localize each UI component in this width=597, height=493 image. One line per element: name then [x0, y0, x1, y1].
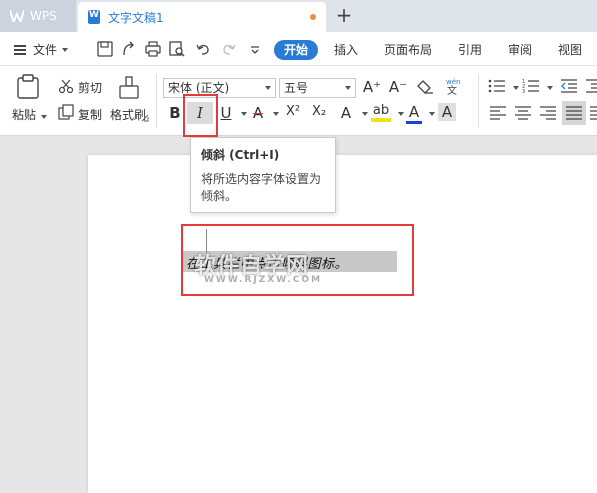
- chevron-down-icon[interactable]: [362, 112, 368, 116]
- font-size-value: 五号: [284, 81, 309, 95]
- underline-button[interactable]: U: [218, 104, 234, 122]
- numbered-list-icon[interactable]: 1 2 3: [522, 78, 540, 94]
- clear-format-icon[interactable]: [416, 79, 434, 95]
- copy-label[interactable]: 复制: [78, 106, 102, 123]
- subscript-button[interactable]: X₂: [309, 104, 329, 119]
- cut-label[interactable]: 剪切: [78, 79, 102, 96]
- tab-page-layout[interactable]: 页面布局: [384, 40, 432, 60]
- chevron-down-icon[interactable]: [273, 112, 279, 116]
- align-left-icon[interactable]: [490, 106, 506, 120]
- highlight-button[interactable]: ab: [371, 103, 391, 122]
- chevron-down-icon[interactable]: [513, 86, 519, 90]
- toolbar-divider: [478, 74, 479, 128]
- paste-icon[interactable]: [16, 74, 40, 100]
- font-name-select[interactable]: 宋体 (正文): [163, 78, 276, 98]
- document-tab[interactable]: 文字文稿1: [78, 2, 326, 32]
- print-icon[interactable]: [144, 40, 162, 58]
- writer-doc-icon: [88, 10, 100, 24]
- char-shading-button[interactable]: A: [438, 103, 456, 121]
- chevron-down-icon[interactable]: [241, 112, 247, 116]
- new-tab-button[interactable]: +: [334, 4, 354, 26]
- font-size-select[interactable]: 五号: [279, 78, 356, 98]
- dialog-launcher-icon[interactable]: [141, 114, 149, 122]
- customize-chevron-icon[interactable]: [246, 40, 264, 58]
- justify-button[interactable]: [562, 101, 586, 125]
- hamburger-icon: [14, 44, 26, 55]
- paste-button[interactable]: 粘贴: [12, 106, 48, 123]
- chevron-down-icon: [41, 115, 48, 119]
- tab-home[interactable]: 开始: [274, 40, 319, 60]
- superscript-button[interactable]: X²: [283, 104, 303, 119]
- copy-icon[interactable]: [58, 104, 74, 120]
- menu-bar: 文件 开始 插入 页面布局 引用 审阅 视图: [0, 32, 597, 66]
- chevron-down-icon: [62, 47, 69, 52]
- chevron-down-icon[interactable]: [398, 112, 404, 116]
- save-icon[interactable]: [96, 40, 114, 58]
- undo-icon[interactable]: [194, 40, 212, 58]
- tooltip-title: 倾斜 (Ctrl+I): [201, 148, 280, 162]
- chevron-down-icon[interactable]: [429, 112, 435, 116]
- pinyin-guide-icon[interactable]: wén 文: [444, 76, 464, 96]
- paste-label: 粘贴: [12, 108, 37, 122]
- file-menu[interactable]: 文件: [14, 41, 69, 58]
- selection-highlight-box: [181, 224, 414, 296]
- justify-icon: [566, 106, 582, 120]
- align-center-icon[interactable]: [515, 106, 531, 120]
- italic-tooltip: 倾斜 (Ctrl+I) 将所选内容字体设置为倾斜。: [190, 137, 336, 213]
- font-color-button[interactable]: A: [406, 103, 422, 124]
- svg-text:3: 3: [522, 89, 525, 94]
- grow-font-button[interactable]: A⁺: [362, 78, 382, 96]
- title-tab-bar: WPS 文字文稿1 +: [0, 0, 597, 32]
- tab-review[interactable]: 审阅: [508, 40, 532, 60]
- tab-view[interactable]: 视图: [558, 40, 582, 60]
- chevron-down-icon: [265, 86, 271, 90]
- print-preview-icon[interactable]: [168, 40, 186, 58]
- text-effect-button[interactable]: A: [338, 104, 354, 122]
- toolbar-divider: [156, 74, 157, 128]
- tab-insert[interactable]: 插入: [334, 40, 358, 60]
- wps-tab-label: WPS: [30, 9, 57, 23]
- svg-text:文: 文: [447, 84, 457, 96]
- tooltip-body: 将所选内容字体设置为倾斜。: [201, 172, 322, 203]
- file-menu-label: 文件: [33, 43, 58, 57]
- bullet-list-icon[interactable]: [488, 78, 506, 94]
- svg-text:wén: wén: [446, 78, 460, 86]
- decrease-indent-icon[interactable]: [560, 78, 578, 94]
- scissors-icon[interactable]: [58, 78, 74, 94]
- document-page[interactable]: [88, 155, 597, 493]
- chevron-down-icon: [345, 86, 351, 90]
- strikethrough-button[interactable]: A: [250, 104, 266, 122]
- align-right-icon[interactable]: [540, 106, 556, 120]
- increase-indent-icon[interactable]: [585, 78, 597, 94]
- format-painter-icon[interactable]: [118, 76, 140, 100]
- tab-references[interactable]: 引用: [458, 40, 482, 60]
- wps-home-tab[interactable]: WPS: [0, 0, 76, 32]
- bold-button[interactable]: B: [167, 104, 183, 122]
- distributed-align-icon[interactable]: [590, 106, 597, 120]
- chevron-down-icon[interactable]: [547, 86, 553, 90]
- export-pdf-icon[interactable]: [120, 40, 138, 58]
- italic-button-highlight-box: [183, 94, 218, 137]
- document-tab-title: 文字文稿1: [108, 10, 164, 25]
- unsaved-dot-icon: [310, 14, 316, 20]
- wps-logo-icon: [10, 10, 24, 22]
- shrink-font-button[interactable]: A⁻: [388, 78, 408, 96]
- font-name-value: 宋体 (正文): [168, 81, 230, 95]
- home-toolbar: 粘贴 剪切 复制 格式刷 宋体 (正文) 五号 A⁺ A⁻ wén 文 B I …: [0, 66, 597, 136]
- redo-icon[interactable]: [220, 40, 238, 58]
